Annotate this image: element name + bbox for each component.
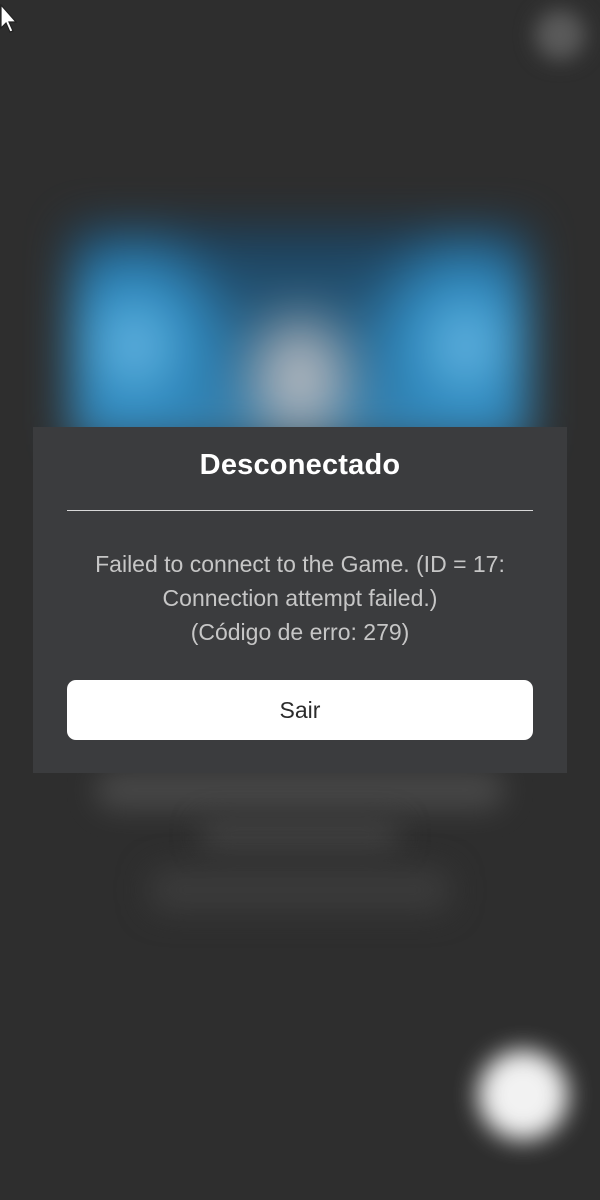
blurred-game-subtitle (200, 820, 400, 850)
blurred-game-thumbnail (70, 225, 530, 445)
dialog-divider (67, 510, 533, 511)
blurred-game-info (150, 870, 450, 910)
error-message-line-2: Connection attempt failed.) (162, 585, 438, 611)
cursor-icon (0, 4, 18, 33)
disconnected-dialog: Desconectado Failed to connect to the Ga… (33, 427, 567, 773)
blurred-menu-button (535, 10, 585, 60)
game-background: Desconectado Failed to connect to the Ga… (0, 0, 600, 1200)
error-code: (Código de erro: 279) (190, 619, 410, 645)
dialog-message: Failed to connect to the Game. (ID = 17:… (53, 547, 547, 649)
exit-button[interactable]: Sair (67, 680, 533, 740)
blurred-action-button (478, 1050, 568, 1140)
dialog-title: Desconectado (199, 449, 401, 481)
blurred-game-title (95, 770, 505, 810)
error-message-line-1: Failed to connect to the Game. (ID = 17: (95, 551, 505, 577)
